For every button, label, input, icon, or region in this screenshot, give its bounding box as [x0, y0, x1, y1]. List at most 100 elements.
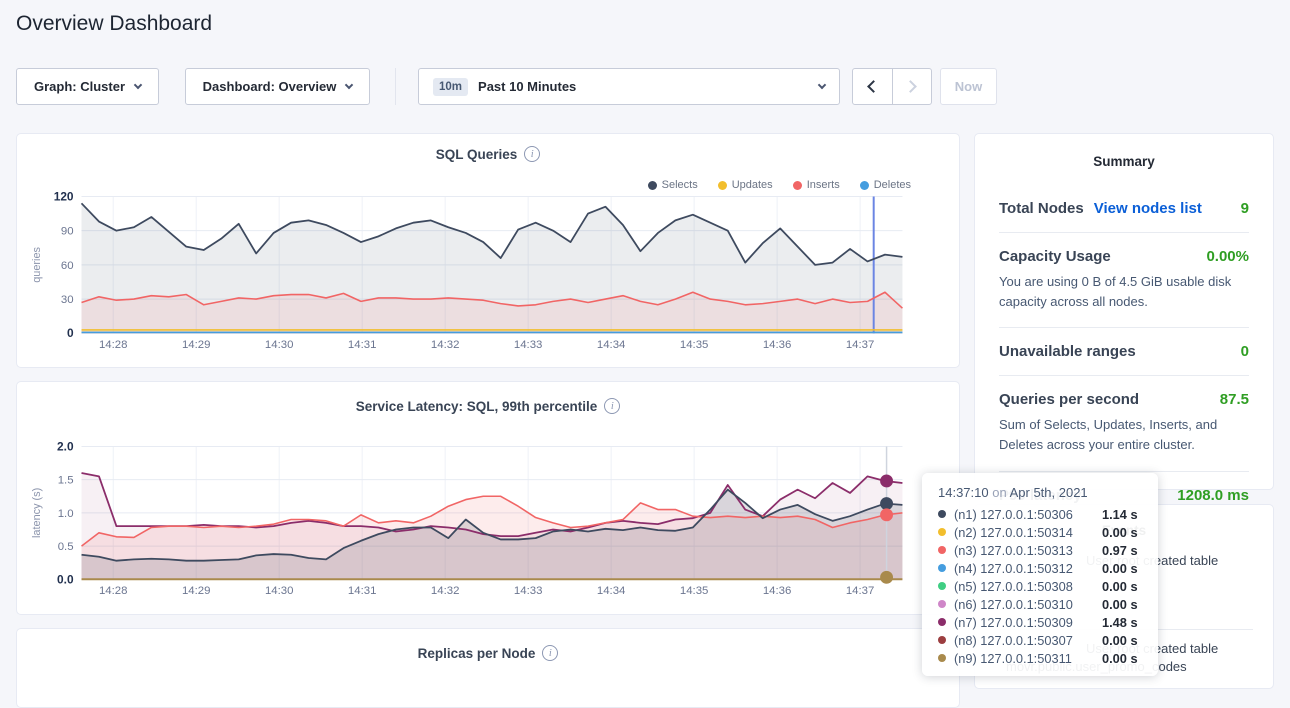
- svg-text:14:29: 14:29: [182, 585, 211, 597]
- summary-title: Summary: [999, 154, 1249, 185]
- summary-capacity-row: Capacity Usage 0.00% You are using 0 B o…: [999, 232, 1249, 327]
- svg-text:90: 90: [61, 226, 74, 238]
- svg-text:14:36: 14:36: [763, 339, 792, 351]
- svg-text:0.5: 0.5: [58, 541, 74, 553]
- tooltip-node-row: (n1) 127.0.0.1:503061.14 s: [938, 505, 1142, 523]
- node-address: (n4) 127.0.0.1:50312: [954, 561, 1102, 576]
- node-latency-value: 1.48 s: [1102, 615, 1138, 630]
- replicas-per-node-title: Replicas per Node: [418, 646, 536, 661]
- node-latency-value: 0.00 s: [1102, 651, 1138, 666]
- p99-latency-value: 1208.0 ms: [1177, 487, 1249, 504]
- svg-text:queries: queries: [31, 246, 43, 282]
- svg-text:14:34: 14:34: [597, 339, 626, 351]
- capacity-usage-label: Capacity Usage: [999, 248, 1111, 265]
- node-latency-value: 0.97 s: [1102, 543, 1138, 558]
- total-nodes-value: 9: [1241, 200, 1249, 217]
- svg-text:14:28: 14:28: [99, 339, 128, 351]
- unavailable-ranges-label: Unavailable ranges: [999, 343, 1136, 360]
- node-address: (n6) 127.0.0.1:50310: [954, 597, 1102, 612]
- time-range-dropdown[interactable]: 10m Past 10 Minutes: [418, 68, 840, 105]
- node-color-dot: [938, 618, 946, 626]
- node-address: (n9) 127.0.0.1:50311: [954, 651, 1102, 666]
- svg-text:14:30: 14:30: [265, 339, 294, 351]
- dashboard-dropdown-label: Dashboard: Overview: [203, 79, 337, 94]
- svg-text:latency (s): latency (s): [31, 488, 43, 538]
- summary-total-nodes-row: Total Nodes View nodes list 9: [999, 185, 1249, 232]
- summary-card: Summary Total Nodes View nodes list 9 Ca…: [974, 133, 1274, 490]
- node-color-dot: [938, 654, 946, 662]
- node-latency-value: 0.00 s: [1102, 561, 1138, 576]
- queries-per-second-value: 87.5: [1220, 391, 1249, 408]
- svg-text:14:33: 14:33: [514, 339, 543, 351]
- unavailable-ranges-value: 0: [1241, 343, 1249, 360]
- svg-text:14:30: 14:30: [265, 585, 294, 597]
- graph-dropdown-label: Graph: Cluster: [34, 79, 125, 94]
- sql-queries-card: SQL Queries i SelectsUpdatesInsertsDelet…: [16, 133, 960, 368]
- node-color-dot: [938, 510, 946, 518]
- time-range-label: Past 10 Minutes: [478, 79, 576, 94]
- tooltip-node-row: (n4) 127.0.0.1:503120.00 s: [938, 559, 1142, 577]
- time-back-button[interactable]: [853, 69, 893, 104]
- node-latency-value: 0.00 s: [1102, 633, 1138, 648]
- dashboard-dropdown[interactable]: Dashboard: Overview: [185, 68, 370, 105]
- chevron-left-icon: [867, 80, 880, 93]
- node-address: (n8) 127.0.0.1:50307: [954, 633, 1102, 648]
- node-address: (n2) 127.0.0.1:50314: [954, 525, 1102, 540]
- chevron-down-icon: [345, 81, 353, 89]
- svg-text:14:36: 14:36: [763, 585, 792, 597]
- tooltip-node-row: (n7) 127.0.0.1:503091.48 s: [938, 613, 1142, 631]
- svg-text:14:32: 14:32: [431, 585, 460, 597]
- node-color-dot: [938, 528, 946, 536]
- svg-text:120: 120: [54, 189, 74, 203]
- node-address: (n3) 127.0.0.1:50313: [954, 543, 1102, 558]
- chevron-down-icon: [134, 81, 142, 89]
- tooltip-node-row: (n6) 127.0.0.1:503100.00 s: [938, 595, 1142, 613]
- node-color-dot: [938, 636, 946, 644]
- service-latency-card: Service Latency: SQL, 99th percentile i …: [16, 381, 960, 615]
- tooltip-node-row: (n5) 127.0.0.1:503080.00 s: [938, 577, 1142, 595]
- chevron-right-icon: [904, 80, 917, 93]
- info-icon[interactable]: i: [542, 645, 558, 661]
- node-color-dot: [938, 546, 946, 554]
- svg-text:0.0: 0.0: [57, 572, 74, 586]
- time-range-badge: 10m: [433, 78, 468, 96]
- graph-dropdown[interactable]: Graph: Cluster: [16, 68, 159, 105]
- summary-qps-row: Queries per second 87.5 Sum of Selects, …: [999, 375, 1249, 470]
- node-color-dot: [938, 600, 946, 608]
- time-nav-group: [852, 68, 932, 105]
- svg-text:14:37: 14:37: [846, 585, 875, 597]
- time-forward-button[interactable]: [893, 69, 932, 104]
- svg-text:1.5: 1.5: [58, 475, 74, 487]
- chevron-down-icon: [818, 81, 826, 89]
- tooltip-timestamp: 14:37:10 on Apr 5th, 2021: [938, 485, 1142, 500]
- svg-text:14:34: 14:34: [597, 585, 626, 597]
- view-nodes-list-link[interactable]: View nodes list: [1094, 200, 1202, 217]
- svg-text:14:35: 14:35: [680, 339, 709, 351]
- service-latency-chart[interactable]: 14:2814:2914:3014:3114:3214:3314:3414:35…: [17, 382, 959, 614]
- node-latency-value: 1.14 s: [1102, 507, 1138, 522]
- node-address: (n1) 127.0.0.1:50306: [954, 507, 1102, 522]
- queries-per-second-label: Queries per second: [999, 391, 1139, 408]
- node-address: (n5) 127.0.0.1:50308: [954, 579, 1102, 594]
- svg-text:1.0: 1.0: [58, 508, 74, 520]
- svg-text:14:35: 14:35: [680, 585, 709, 597]
- node-color-dot: [938, 564, 946, 572]
- svg-text:30: 30: [61, 294, 74, 306]
- svg-text:60: 60: [61, 260, 74, 272]
- svg-text:14:29: 14:29: [182, 339, 211, 351]
- queries-per-second-description: Sum of Selects, Updates, Inserts, and De…: [999, 408, 1249, 455]
- tooltip-node-row: (n8) 127.0.0.1:503070.00 s: [938, 631, 1142, 649]
- now-button[interactable]: Now: [940, 68, 997, 105]
- svg-text:14:32: 14:32: [431, 339, 460, 351]
- toolbar-divider: [395, 68, 396, 105]
- sql-queries-chart[interactable]: 14:2814:2914:3014:3114:3214:3314:3414:35…: [17, 134, 959, 367]
- node-latency-value: 0.00 s: [1102, 525, 1138, 540]
- svg-text:14:28: 14:28: [99, 585, 128, 597]
- capacity-usage-description: You are using 0 B of 4.5 GiB usable disk…: [999, 265, 1249, 312]
- node-latency-value: 0.00 s: [1102, 597, 1138, 612]
- svg-text:14:33: 14:33: [514, 585, 543, 597]
- node-address: (n7) 127.0.0.1:50309: [954, 615, 1102, 630]
- total-nodes-label: Total Nodes: [999, 200, 1084, 217]
- svg-text:14:37: 14:37: [846, 339, 875, 351]
- summary-unavailable-row: Unavailable ranges 0: [999, 327, 1249, 375]
